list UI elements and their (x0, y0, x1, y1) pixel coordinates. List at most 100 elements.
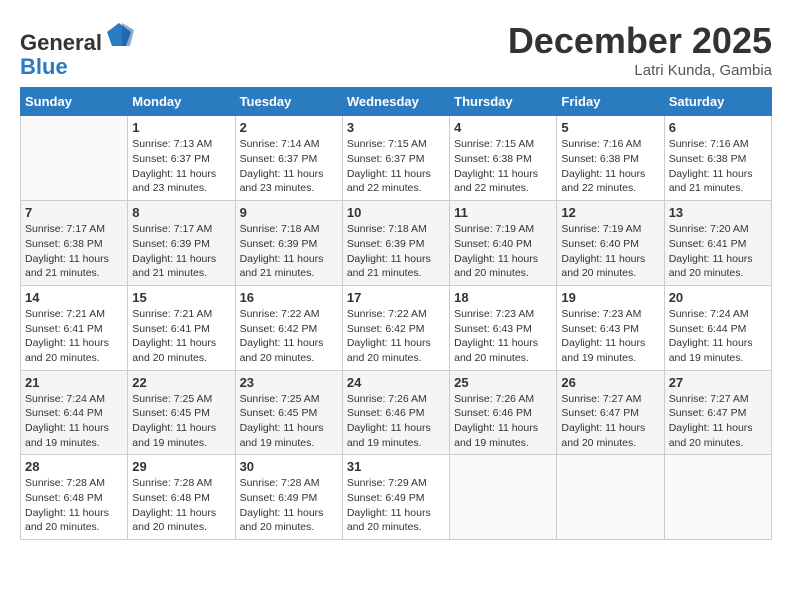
day-cell: 20 Sunrise: 7:24 AMSunset: 6:44 PMDayligh… (664, 285, 771, 370)
calendar-table: SundayMondayTuesdayWednesdayThursdayFrid… (20, 87, 772, 540)
day-number: 25 (454, 375, 552, 390)
day-number: 11 (454, 205, 552, 220)
day-number: 1 (132, 120, 230, 135)
day-detail: Sunrise: 7:27 AMSunset: 6:47 PMDaylight:… (669, 392, 767, 451)
day-number: 12 (561, 205, 659, 220)
day-cell: 28Sunrise: 7:28 AMSunset: 6:48 PMDayligh… (21, 455, 128, 540)
day-cell: 8 Sunrise: 7:17 AMSunset: 6:39 PMDaylight… (128, 201, 235, 286)
day-detail: Sunrise: 7:25 AMSunset: 6:45 PMDaylight:… (132, 392, 230, 451)
day-detail: Sunrise: 7:28 AMSunset: 6:49 PMDaylight:… (240, 476, 338, 535)
month-title: December 2025 (508, 20, 772, 62)
day-detail: Sunrise: 7:13 AMSunset: 6:37 PMDaylight:… (132, 137, 230, 196)
day-cell: 25 Sunrise: 7:26 AMSunset: 6:46 PMDayligh… (450, 370, 557, 455)
day-number: 21 (25, 375, 123, 390)
day-number: 16 (240, 290, 338, 305)
day-number: 27 (669, 375, 767, 390)
day-number: 7 (25, 205, 123, 220)
day-cell: 27 Sunrise: 7:27 AMSunset: 6:47 PMDayligh… (664, 370, 771, 455)
page-header: General Blue December 2025 Latri Kunda, … (20, 20, 772, 79)
day-cell: 22 Sunrise: 7:25 AMSunset: 6:45 PMDayligh… (128, 370, 235, 455)
day-detail: Sunrise: 7:15 AMSunset: 6:38 PMDaylight:… (454, 137, 552, 196)
day-detail: Sunrise: 7:26 AMSunset: 6:46 PMDaylight:… (347, 392, 445, 451)
day-number: 5 (561, 120, 659, 135)
day-number: 26 (561, 375, 659, 390)
day-number: 31 (347, 459, 445, 474)
day-detail: Sunrise: 7:16 AMSunset: 6:38 PMDaylight:… (561, 137, 659, 196)
day-cell: 30 Sunrise: 7:28 AMSunset: 6:49 PMDayligh… (235, 455, 342, 540)
day-cell: 9Sunrise: 7:18 AMSunset: 6:39 PMDaylight… (235, 201, 342, 286)
title-block: December 2025 Latri Kunda, Gambia (508, 20, 772, 79)
day-detail: Sunrise: 7:23 AMSunset: 6:43 PMDaylight:… (454, 307, 552, 366)
day-cell: 4 Sunrise: 7:15 AMSunset: 6:38 PMDaylight… (450, 116, 557, 201)
day-cell: 17Sunrise: 7:22 AMSunset: 6:42 PMDayligh… (342, 285, 449, 370)
day-detail: Sunrise: 7:28 AMSunset: 6:48 PMDaylight:… (132, 476, 230, 535)
week-row-2: 7 Sunrise: 7:17 AMSunset: 6:38 PMDaylight… (21, 201, 772, 286)
header-wednesday: Wednesday (342, 88, 449, 116)
day-number: 17 (347, 290, 445, 305)
day-detail: Sunrise: 7:18 AMSunset: 6:39 PMDaylight:… (347, 222, 445, 281)
day-cell: 6 Sunrise: 7:16 AMSunset: 6:38 PMDaylight… (664, 116, 771, 201)
day-detail: Sunrise: 7:17 AMSunset: 6:39 PMDaylight:… (132, 222, 230, 281)
day-cell: 26Sunrise: 7:27 AMSunset: 6:47 PMDayligh… (557, 370, 664, 455)
day-cell (21, 116, 128, 201)
day-cell: 29 Sunrise: 7:28 AMSunset: 6:48 PMDayligh… (128, 455, 235, 540)
day-detail: Sunrise: 7:19 AMSunset: 6:40 PMDaylight:… (454, 222, 552, 281)
day-number: 15 (132, 290, 230, 305)
day-cell (664, 455, 771, 540)
day-detail: Sunrise: 7:24 AMSunset: 6:44 PMDaylight:… (25, 392, 123, 451)
day-cell: 2Sunrise: 7:14 AMSunset: 6:37 PMDaylight… (235, 116, 342, 201)
week-row-3: 14 Sunrise: 7:21 AMSunset: 6:41 PMDayligh… (21, 285, 772, 370)
header-friday: Friday (557, 88, 664, 116)
day-detail: Sunrise: 7:26 AMSunset: 6:46 PMDaylight:… (454, 392, 552, 451)
calendar-header-row: SundayMondayTuesdayWednesdayThursdayFrid… (21, 88, 772, 116)
location: Latri Kunda, Gambia (508, 62, 772, 79)
day-number: 23 (240, 375, 338, 390)
day-detail: Sunrise: 7:15 AMSunset: 6:37 PMDaylight:… (347, 137, 445, 196)
day-cell (450, 455, 557, 540)
logo-blue: Blue (20, 54, 68, 79)
day-detail: Sunrise: 7:22 AMSunset: 6:42 PMDaylight:… (240, 307, 338, 366)
day-cell: 3Sunrise: 7:15 AMSunset: 6:37 PMDaylight… (342, 116, 449, 201)
day-number: 24 (347, 375, 445, 390)
day-detail: Sunrise: 7:17 AMSunset: 6:38 PMDaylight:… (25, 222, 123, 281)
header-sunday: Sunday (21, 88, 128, 116)
day-detail: Sunrise: 7:29 AMSunset: 6:49 PMDaylight:… (347, 476, 445, 535)
day-cell: 21 Sunrise: 7:24 AMSunset: 6:44 PMDayligh… (21, 370, 128, 455)
day-number: 10 (347, 205, 445, 220)
day-number: 19 (561, 290, 659, 305)
week-row-5: 28 Sunrise: 7:28 AMSunset: 6:48 PMDayligh… (21, 455, 772, 540)
day-cell: 24 Sunrise: 7:26 AMSunset: 6:46 PMDayligh… (342, 370, 449, 455)
day-cell: 1 Sunrise: 7:13 AMSunset: 6:37 PMDaylight… (128, 116, 235, 201)
logo-icon (104, 20, 134, 50)
day-number: 28 (25, 459, 123, 474)
day-cell: 7 Sunrise: 7:17 AMSunset: 6:38 PMDaylight… (21, 201, 128, 286)
header-monday: Monday (128, 88, 235, 116)
day-number: 6 (669, 120, 767, 135)
day-cell: 10 Sunrise: 7:18 AMSunset: 6:39 PMDayligh… (342, 201, 449, 286)
day-number: 4 (454, 120, 552, 135)
day-number: 14 (25, 290, 123, 305)
day-cell: 15Sunrise: 7:21 AMSunset: 6:41 PMDayligh… (128, 285, 235, 370)
week-row-1: 1 Sunrise: 7:13 AMSunset: 6:37 PMDaylight… (21, 116, 772, 201)
day-detail: Sunrise: 7:23 AMSunset: 6:43 PMDaylight:… (561, 307, 659, 366)
day-number: 9 (240, 205, 338, 220)
header-thursday: Thursday (450, 88, 557, 116)
day-cell: 12 Sunrise: 7:19 AMSunset: 6:40 PMDayligh… (557, 201, 664, 286)
day-detail: Sunrise: 7:14 AMSunset: 6:37 PMDaylight:… (240, 137, 338, 196)
day-detail: Sunrise: 7:19 AMSunset: 6:40 PMDaylight:… (561, 222, 659, 281)
day-cell: 5 Sunrise: 7:16 AMSunset: 6:38 PMDaylight… (557, 116, 664, 201)
day-number: 8 (132, 205, 230, 220)
day-cell: 18Sunrise: 7:23 AMSunset: 6:43 PMDayligh… (450, 285, 557, 370)
day-number: 22 (132, 375, 230, 390)
logo: General Blue (20, 20, 134, 79)
day-number: 20 (669, 290, 767, 305)
header-tuesday: Tuesday (235, 88, 342, 116)
day-cell: 14 Sunrise: 7:21 AMSunset: 6:41 PMDayligh… (21, 285, 128, 370)
day-detail: Sunrise: 7:24 AMSunset: 6:44 PMDaylight:… (669, 307, 767, 366)
day-detail: Sunrise: 7:16 AMSunset: 6:38 PMDaylight:… (669, 137, 767, 196)
header-saturday: Saturday (664, 88, 771, 116)
day-detail: Sunrise: 7:21 AMSunset: 6:41 PMDaylight:… (25, 307, 123, 366)
day-number: 30 (240, 459, 338, 474)
day-number: 29 (132, 459, 230, 474)
day-cell (557, 455, 664, 540)
